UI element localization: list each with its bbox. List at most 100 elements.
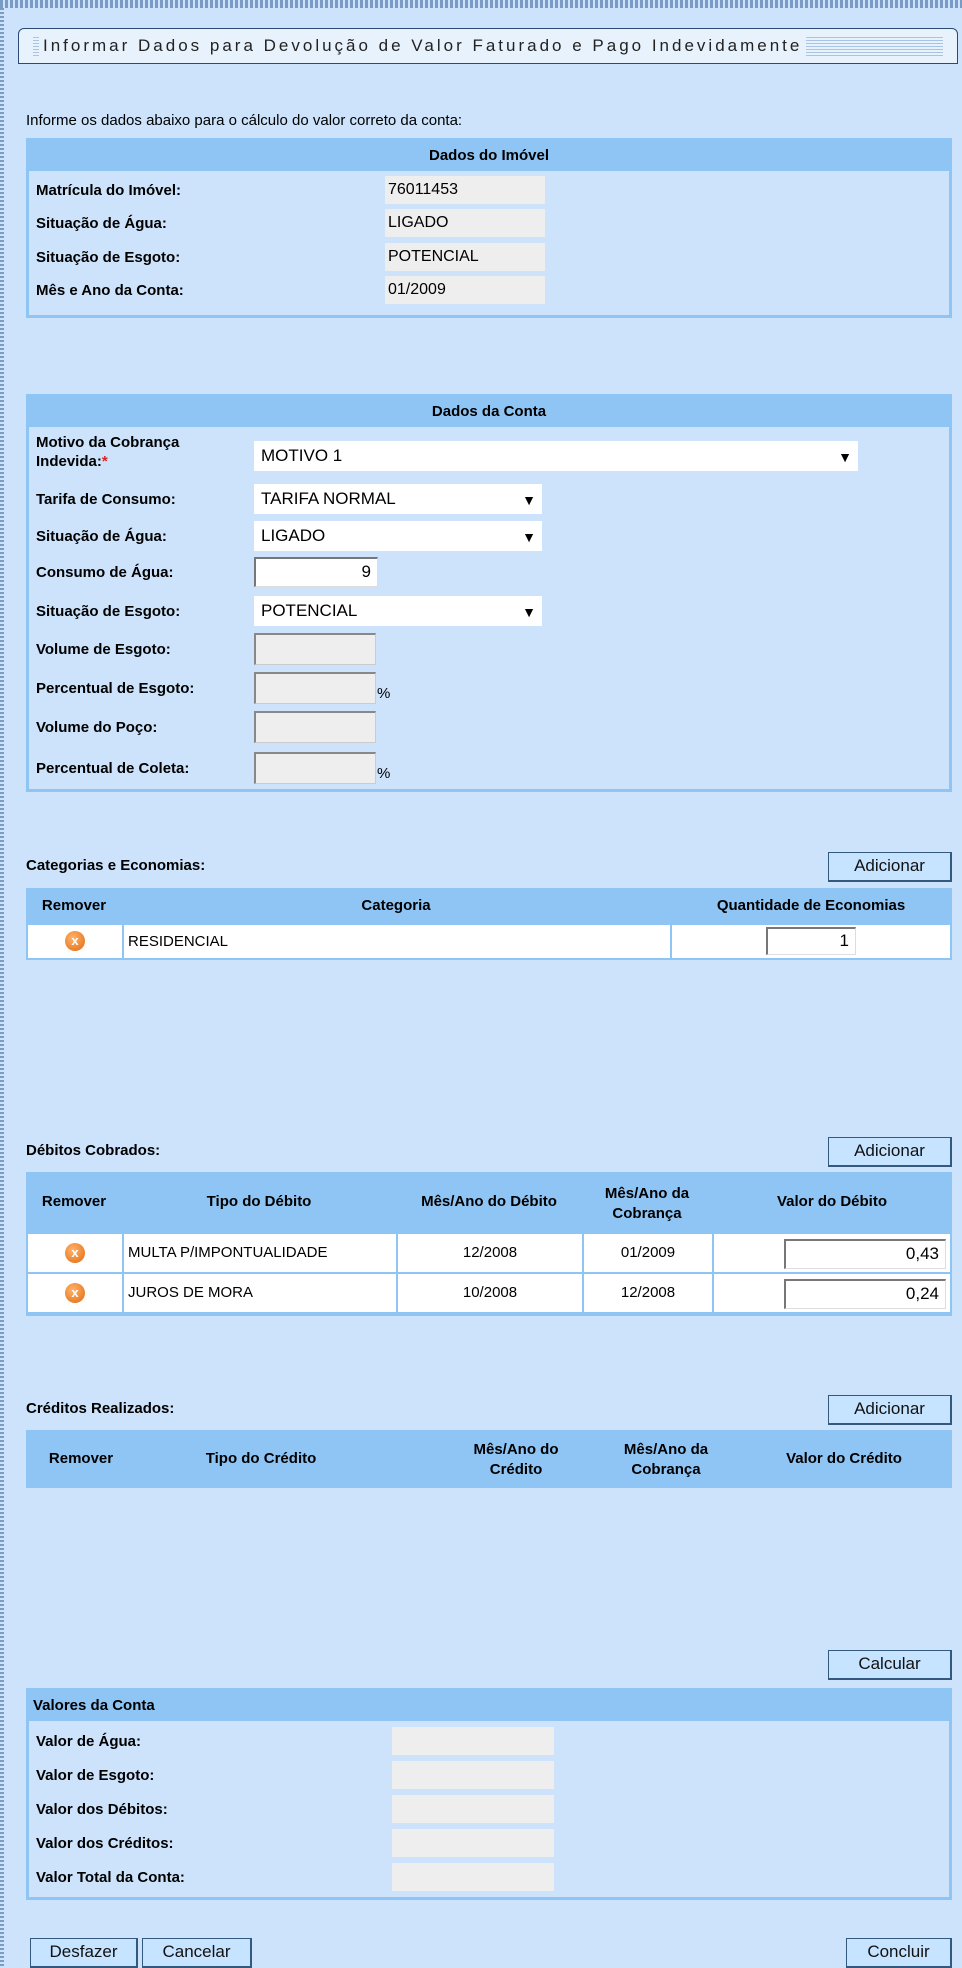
col-mes-cobranca: Mês/Ano da Cobrança: [582, 1184, 712, 1224]
valor-creditos-label: Valor dos Créditos:: [36, 1835, 174, 1852]
conta-header: Dados da Conta: [29, 397, 949, 427]
chevron-down-icon: ▼: [522, 604, 536, 620]
creditos-label: Créditos Realizados:: [26, 1400, 175, 1417]
chevron-down-icon: ▼: [522, 529, 536, 545]
calcular-button[interactable]: Calcular: [828, 1650, 952, 1680]
chevron-down-icon: ▼: [838, 449, 852, 465]
sit-agua-select-value: LIGADO: [261, 526, 326, 545]
perc-coleta-unit: %: [377, 765, 391, 782]
sit-esgoto-select[interactable]: POTENCIAL ▼: [254, 596, 542, 626]
sit-esgoto-value: POTENCIAL: [385, 243, 545, 271]
imovel-header: Dados do Imóvel: [29, 141, 949, 171]
title-bar: Informar Dados para Devolução de Valor F…: [18, 28, 958, 64]
vol-esgoto-input: [254, 633, 376, 665]
tarifa-label: Tarifa de Consumo:: [36, 491, 176, 508]
add-categoria-button[interactable]: Adicionar: [828, 852, 952, 882]
perc-coleta-label: Percentual de Coleta:: [36, 760, 190, 777]
debitos-table: Remover Tipo do Débito Mês/Ano do Débito…: [26, 1172, 952, 1316]
col-mes-cobranca: Mês/Ano da Cobrança: [601, 1440, 731, 1480]
table-row-remove-cell: x: [28, 925, 122, 958]
sit-agua-value: LIGADO: [385, 209, 545, 237]
top-edge: [0, 0, 962, 8]
tarifa-select-value: TARIFA NORMAL: [261, 489, 396, 508]
sit-agua-select[interactable]: LIGADO ▼: [254, 521, 542, 551]
col-tipo-debito: Tipo do Débito: [122, 1172, 396, 1232]
table-row-quantidade-cell: 1: [672, 925, 950, 958]
quantidade-input[interactable]: 1: [766, 927, 856, 955]
perc-esgoto-input: [254, 672, 376, 704]
remove-icon[interactable]: x: [65, 1283, 85, 1303]
sit-agua-label: Situação de Água:: [36, 215, 167, 232]
col-mes-credito: Mês/Ano do Crédito: [446, 1440, 586, 1480]
categorias-table: Remover Categoria Quantidade de Economia…: [26, 888, 952, 960]
col-tipo-credito: Tipo do Crédito: [136, 1430, 386, 1488]
valor-agua-label: Valor de Água:: [36, 1733, 142, 1750]
instructions-text: Informe os dados abaixo para o cálculo d…: [26, 112, 463, 129]
col-categoria: Categoria: [122, 888, 670, 924]
matricula-value: 76011453: [385, 176, 545, 204]
table-row-mes-cobranca: 12/2008: [584, 1274, 712, 1312]
chevron-down-icon: ▼: [522, 492, 536, 508]
concluir-button[interactable]: Concluir: [846, 1938, 952, 1968]
categorias-label: Categorias e Economias:: [26, 857, 206, 874]
desfazer-button[interactable]: Desfazer: [30, 1938, 138, 1968]
col-remover: Remover: [26, 888, 122, 924]
add-credito-button[interactable]: Adicionar: [828, 1395, 952, 1425]
matricula-label: Matrícula do Imóvel:: [36, 182, 182, 199]
valores-header: Valores da Conta: [29, 1691, 949, 1721]
col-mes-debito: Mês/Ano do Débito: [396, 1172, 582, 1232]
valor-esgoto-label: Valor de Esgoto:: [36, 1767, 155, 1784]
valor-debito-input[interactable]: 0,24: [784, 1279, 946, 1309]
sit-esgoto-label: Situação de Esgoto:: [36, 249, 181, 266]
perc-coleta-input: [254, 752, 376, 784]
add-debito-button[interactable]: Adicionar: [828, 1137, 952, 1167]
consumo-input[interactable]: 9: [254, 557, 378, 587]
table-row-mes-debito: 12/2008: [398, 1234, 582, 1272]
table-row-remove-cell: x: [28, 1234, 122, 1272]
col-valor-credito: Valor do Crédito: [736, 1430, 952, 1488]
required-mark: *: [101, 453, 108, 470]
table-row-valor-cell: 0,43: [714, 1234, 950, 1272]
page-title: Informar Dados para Devolução de Valor F…: [39, 35, 807, 57]
conta-sit-agua-label: Situação de Água:: [36, 528, 167, 545]
creditos-table: Remover Tipo do Crédito Mês/Ano do Crédi…: [26, 1430, 952, 1488]
col-remover: Remover: [26, 1172, 122, 1232]
valor-debitos-label: Valor dos Débitos:: [36, 1801, 168, 1818]
motivo-label: Motivo da Cobrança Indevida:*: [36, 433, 226, 471]
vol-poco-label: Volume do Poço:: [36, 719, 158, 736]
motivo-select-value: MOTIVO 1: [261, 446, 343, 465]
col-remover: Remover: [26, 1430, 136, 1488]
valor-debitos-field: [392, 1795, 554, 1823]
table-row-tipo: JUROS DE MORA: [124, 1274, 396, 1312]
mes-ano-value: 01/2009: [385, 276, 545, 304]
table-row-remove-cell: x: [28, 1274, 122, 1312]
cancelar-button[interactable]: Cancelar: [142, 1938, 252, 1968]
valor-debito-input[interactable]: 0,43: [784, 1239, 946, 1269]
remove-icon[interactable]: x: [65, 931, 85, 951]
conta-sit-esgoto-label: Situação de Esgoto:: [36, 603, 181, 620]
col-quantidade: Quantidade de Economias: [670, 888, 952, 924]
left-edge: [0, 0, 4, 1968]
perc-esgoto-label: Percentual de Esgoto:: [36, 680, 195, 697]
valor-total-label: Valor Total da Conta:: [36, 1869, 185, 1886]
valor-esgoto-field: [392, 1761, 554, 1789]
debitos-label: Débitos Cobrados:: [26, 1142, 161, 1159]
perc-esgoto-unit: %: [377, 685, 391, 702]
valor-total-field: [392, 1863, 554, 1891]
table-row-valor-cell: 0,24: [714, 1274, 950, 1312]
sit-esgoto-select-value: POTENCIAL: [261, 601, 358, 620]
consumo-label: Consumo de Água:: [36, 564, 174, 581]
table-row-categoria: RESIDENCIAL: [124, 925, 670, 958]
valor-agua-field: [392, 1727, 554, 1755]
vol-esgoto-label: Volume de Esgoto:: [36, 641, 171, 658]
table-row-mes-cobranca: 01/2009: [584, 1234, 712, 1272]
remove-icon[interactable]: x: [65, 1243, 85, 1263]
table-row-tipo: MULTA P/IMPONTUALIDADE: [124, 1234, 396, 1272]
valor-creditos-field: [392, 1829, 554, 1857]
table-row-mes-debito: 10/2008: [398, 1274, 582, 1312]
tarifa-select[interactable]: TARIFA NORMAL ▼: [254, 484, 542, 514]
vol-poco-input: [254, 711, 376, 743]
col-valor-debito: Valor do Débito: [712, 1172, 952, 1232]
mes-ano-label: Mês e Ano da Conta:: [36, 282, 184, 299]
motivo-select[interactable]: MOTIVO 1 ▼: [254, 441, 858, 471]
